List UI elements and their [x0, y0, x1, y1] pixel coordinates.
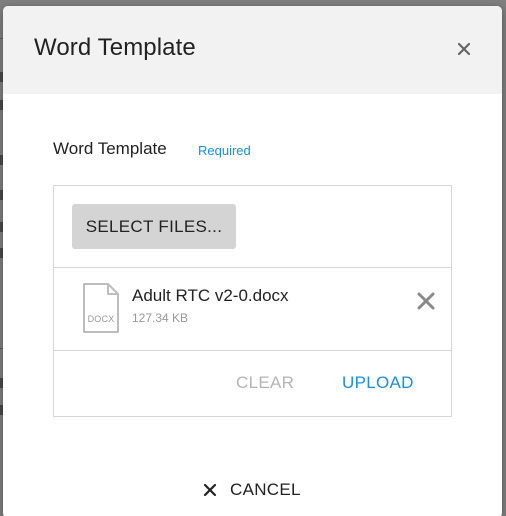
cancel-label: CANCEL: [230, 480, 301, 499]
remove-file-button[interactable]: [413, 288, 439, 314]
select-files-button[interactable]: SELECT FILES...: [72, 204, 236, 249]
file-size: 127.34 KB: [132, 311, 189, 325]
word-template-dialog: Word Template Word Template Required SEL…: [3, 6, 502, 516]
file-name: Adult RTC v2-0.docx: [132, 286, 289, 305]
file-upload-box: SELECT FILES... DOCX Adult RTC v2-0.docx…: [53, 185, 452, 417]
clear-button[interactable]: CLEAR: [236, 373, 294, 393]
close-icon: [457, 42, 471, 56]
dialog-header: Word Template: [3, 6, 502, 94]
cancel-button[interactable]: CANCEL: [203, 480, 301, 500]
select-files-row: SELECT FILES...: [54, 186, 451, 268]
close-icon: [203, 483, 217, 497]
required-indicator: Required: [198, 143, 251, 158]
file-list-item: DOCX Adult RTC v2-0.docx 127.34 KB: [54, 268, 451, 351]
close-button[interactable]: [452, 37, 476, 61]
upload-actions-row: CLEAR UPLOAD: [54, 351, 451, 416]
field-label: Word Template: [53, 139, 167, 158]
document-icon: DOCX: [82, 283, 120, 333]
file-type-label: DOCX: [87, 314, 115, 324]
dialog-title: Word Template: [34, 34, 196, 61]
upload-button[interactable]: UPLOAD: [342, 373, 414, 393]
remove-icon: [417, 292, 435, 310]
